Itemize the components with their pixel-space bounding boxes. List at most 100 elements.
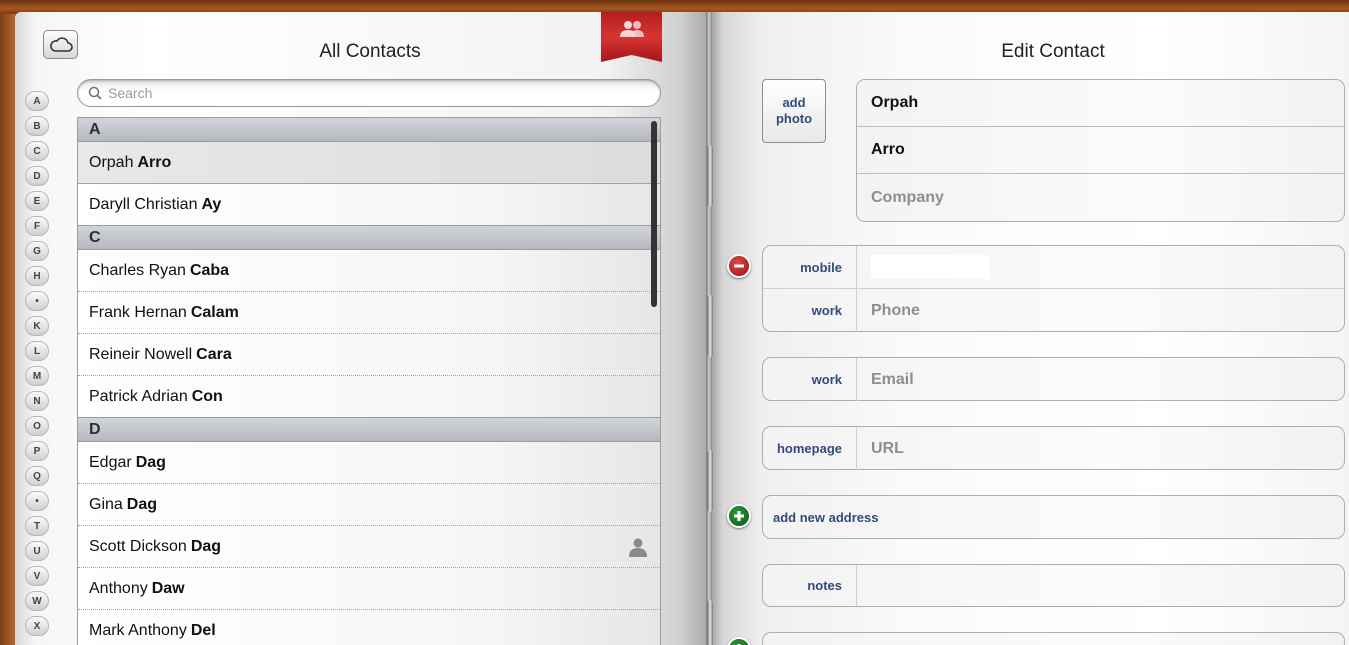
groups-bookmark[interactable] — [601, 12, 662, 62]
search-bar[interactable] — [77, 79, 661, 107]
contact-last-name: Cara — [196, 345, 232, 363]
contact-last-name: Arro — [137, 153, 172, 171]
search-icon — [88, 86, 102, 100]
contact-last-name: Del — [190, 621, 216, 639]
index-letter[interactable]: • — [25, 491, 49, 511]
url-field[interactable]: URL — [857, 427, 1344, 470]
phone-field[interactable]: Phone — [857, 289, 1344, 332]
redacted-phone — [871, 255, 989, 279]
email-field[interactable]: Email — [857, 358, 1344, 401]
contact-first-name: Orpah — [89, 153, 134, 171]
index-letter[interactable]: N — [25, 391, 49, 411]
section-header: C — [78, 226, 660, 250]
add-photo-button[interactable]: add photo — [762, 79, 826, 143]
notes-group: notes — [762, 564, 1345, 607]
phone-value-field[interactable] — [857, 246, 1344, 288]
add-field-group[interactable] — [762, 632, 1345, 645]
contact-row[interactable]: Edgar Dag — [78, 442, 660, 484]
contact-row[interactable]: Mark Anthony Del — [78, 610, 660, 645]
edit-contact-title: Edit Contact — [1001, 41, 1105, 62]
contact-last-name: Calam — [190, 303, 239, 321]
contact-last-name: Dag — [135, 453, 166, 471]
contact-list[interactable]: A Orpah Arro Daryll Christian Ay C Charles Rya… — [77, 117, 661, 645]
index-letter[interactable]: D — [25, 166, 49, 186]
binder-ring — [707, 450, 713, 512]
index-letter[interactable]: V — [25, 566, 49, 586]
contact-last-name: Daw — [151, 579, 185, 597]
search-input[interactable] — [108, 85, 628, 101]
first-name-field[interactable]: Orpah — [857, 80, 1344, 127]
section-header: A — [78, 118, 660, 142]
person-icon — [629, 538, 647, 557]
index-letter[interactable]: K — [25, 316, 49, 336]
binder-ring — [707, 600, 713, 645]
url-group: homepage URL — [762, 426, 1345, 470]
phone-row-work: work Phone — [763, 289, 1344, 332]
contact-first-name: Frank Hernan — [89, 303, 187, 321]
minus-icon — [734, 264, 744, 268]
index-letter[interactable]: W — [25, 591, 49, 611]
email-label[interactable]: work — [763, 358, 857, 401]
last-name-value: Arro — [871, 141, 905, 158]
contact-row[interactable]: Daryll Christian Ay — [78, 184, 660, 226]
index-letter[interactable]: U — [25, 541, 49, 561]
contact-first-name: Reineir Nowell — [89, 345, 193, 363]
contact-row[interactable]: Charles Ryan Caba — [78, 250, 660, 292]
phone-row-mobile: mobile — [763, 246, 1344, 289]
email-group: work Email — [762, 357, 1345, 401]
add-photo-label: add photo — [775, 95, 813, 126]
delete-phone-button[interactable] — [727, 254, 751, 278]
index-letter[interactable]: M — [25, 366, 49, 386]
add-address-button[interactable]: add new address — [762, 495, 1345, 539]
contact-last-name: Ay — [201, 195, 222, 213]
contact-row[interactable]: Scott Dickson Dag — [78, 526, 660, 568]
add-address-plus-button[interactable] — [727, 504, 751, 528]
contact-row[interactable]: Orpah Arro — [78, 142, 660, 184]
contact-row[interactable]: Gina Dag — [78, 484, 660, 526]
last-name-field[interactable]: Arro — [857, 127, 1344, 174]
alphabet-index[interactable]: A B C D E F G H • K L M N O P Q • T U V W X — [25, 91, 49, 641]
contact-first-name: Patrick Adrian — [89, 387, 188, 405]
name-group: Orpah Arro Company — [856, 79, 1345, 222]
index-letter[interactable]: • — [25, 291, 49, 311]
url-label[interactable]: homepage — [763, 427, 857, 470]
contact-row[interactable]: Patrick Adrian Con — [78, 376, 660, 418]
phone-label[interactable]: mobile — [763, 246, 857, 288]
index-letter[interactable]: H — [25, 266, 49, 286]
contact-row[interactable]: Frank Hernan Calam — [78, 292, 660, 334]
index-letter[interactable]: E — [25, 191, 49, 211]
contact-row[interactable]: Anthony Daw — [78, 568, 660, 610]
index-letter[interactable]: P — [25, 441, 49, 461]
contact-last-name: Caba — [189, 261, 230, 279]
contact-first-name: Daryll Christian — [89, 195, 198, 213]
index-letter[interactable]: T — [25, 516, 49, 536]
index-letter[interactable]: B — [25, 116, 49, 136]
index-letter[interactable]: X — [25, 616, 49, 636]
notes-row: notes — [763, 565, 1344, 606]
binder-ring — [707, 145, 713, 207]
binder-ring — [707, 295, 713, 357]
index-letter[interactable]: A — [25, 91, 49, 111]
phone-group: mobile work Phone — [762, 245, 1345, 332]
company-placeholder: Company — [871, 188, 944, 206]
contact-first-name: Mark Anthony — [89, 621, 187, 639]
index-letter[interactable]: O — [25, 416, 49, 436]
notes-field[interactable] — [857, 565, 1344, 606]
list-scrollbar[interactable] — [651, 121, 657, 307]
email-row: work Email — [763, 358, 1344, 401]
contact-row[interactable]: Reineir Nowell Cara — [78, 334, 660, 376]
contact-first-name: Scott Dickson — [89, 537, 187, 555]
index-letter[interactable]: Q — [25, 466, 49, 486]
plus-icon — [734, 511, 744, 521]
contact-first-name: Edgar — [89, 453, 132, 471]
index-letter[interactable]: C — [25, 141, 49, 161]
contact-last-name: Con — [191, 387, 223, 405]
cloud-button[interactable] — [43, 30, 78, 59]
index-letter[interactable]: L — [25, 341, 49, 361]
notes-label[interactable]: notes — [763, 565, 857, 606]
first-name-value: Orpah — [871, 94, 919, 111]
company-field[interactable]: Company — [857, 174, 1344, 221]
phone-label[interactable]: work — [763, 289, 857, 332]
index-letter[interactable]: F — [25, 216, 49, 236]
index-letter[interactable]: G — [25, 241, 49, 261]
